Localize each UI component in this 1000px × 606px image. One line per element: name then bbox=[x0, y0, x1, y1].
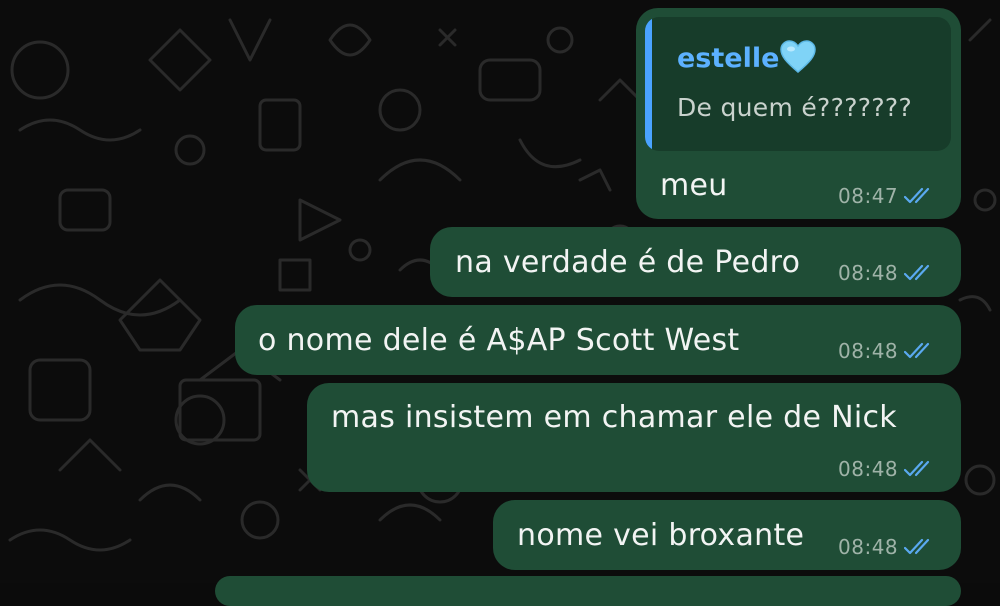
quote-accent-bar bbox=[645, 17, 652, 151]
message-bubble-partial[interactable] bbox=[215, 576, 961, 606]
message-time: 08:47 bbox=[838, 184, 899, 208]
quoted-author: estelle bbox=[677, 43, 780, 74]
double-check-icon bbox=[904, 342, 934, 360]
message-meta: 08:48 bbox=[838, 457, 934, 481]
message-time: 08:48 bbox=[838, 535, 899, 559]
double-check-icon bbox=[904, 264, 934, 282]
message-text: na verdade é de Pedro bbox=[455, 245, 801, 280]
message-text: o nome dele é A$AP Scott West bbox=[258, 323, 740, 358]
message-meta: 08:48 bbox=[838, 339, 934, 363]
light-blue-heart-icon bbox=[780, 40, 816, 78]
double-check-icon bbox=[904, 187, 934, 205]
message-text: mas insistem em chamar ele de Nick bbox=[331, 400, 897, 435]
message-meta: 08:48 bbox=[838, 261, 934, 285]
message-text: nome vei broxante bbox=[517, 518, 805, 553]
quoted-text: De quem é??????? bbox=[677, 93, 913, 122]
double-check-icon bbox=[904, 460, 934, 478]
message-meta: 08:47 bbox=[838, 184, 934, 208]
quoted-message[interactable]: estelle De quem é??????? bbox=[645, 17, 951, 151]
message-time: 08:48 bbox=[838, 261, 899, 285]
message-time: 08:48 bbox=[838, 339, 899, 363]
message-meta: 08:48 bbox=[838, 535, 934, 559]
message-time: 08:48 bbox=[838, 457, 899, 481]
message-text: meu bbox=[660, 168, 728, 203]
double-check-icon bbox=[904, 538, 934, 556]
